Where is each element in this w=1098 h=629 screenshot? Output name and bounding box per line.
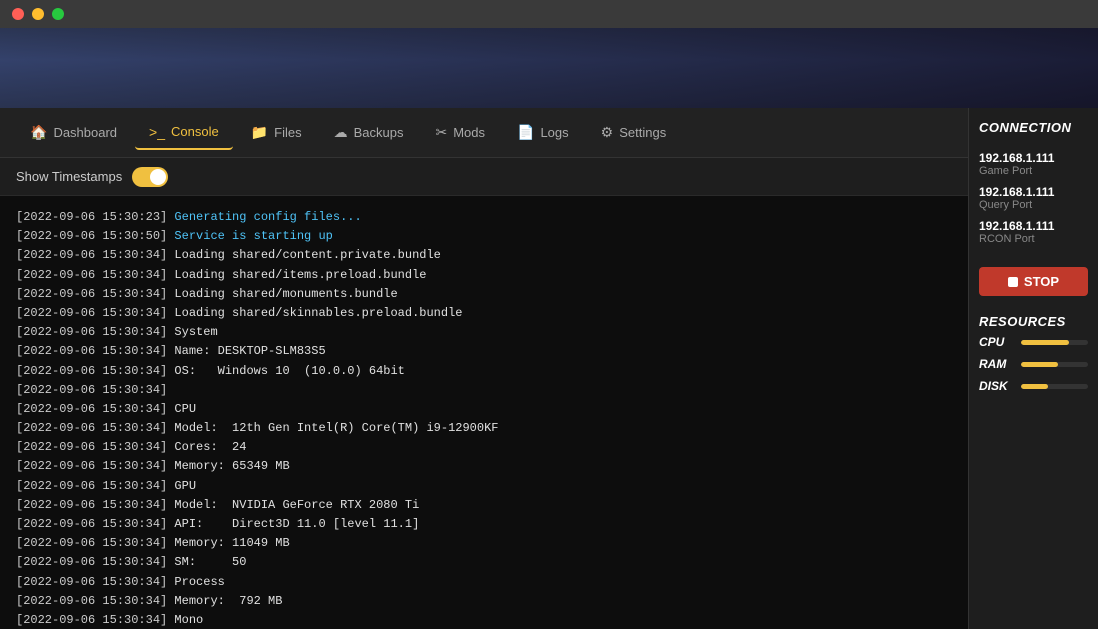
resource-items: CPU RAM DISK: [979, 335, 1088, 393]
console-line: [2022-09-06 15:30:34] Loading shared/ski…: [16, 304, 952, 323]
nav-bar: 🏠 Dashboard >_ Console 📁 Files ☁ Backups…: [0, 108, 968, 158]
resources-section: RESOURCES CPU RAM DISK: [979, 314, 1088, 401]
connection-label: RCON Port: [979, 233, 1088, 245]
left-panel: 🏠 Dashboard >_ Console 📁 Files ☁ Backups…: [0, 108, 968, 629]
show-timestamps-label: Show Timestamps: [16, 169, 122, 184]
main-layout: 🏠 Dashboard >_ Console 📁 Files ☁ Backups…: [0, 108, 1098, 629]
resource-bar-fill: [1021, 362, 1058, 367]
nav-item-files[interactable]: 📁 Files: [237, 116, 316, 149]
minimize-button[interactable]: [32, 8, 44, 20]
resource-name: RAM: [979, 357, 1015, 371]
console-output[interactable]: [2022-09-06 15:30:23] Generating config …: [0, 196, 968, 629]
resource-bar-bg: [1021, 340, 1088, 345]
cloud-icon: ☁: [334, 124, 348, 141]
resource-bar-fill: [1021, 384, 1048, 389]
gear-icon: ⚙: [601, 124, 614, 141]
resources-section-title: RESOURCES: [979, 314, 1088, 329]
console-line: [2022-09-06 15:30:34] Mono: [16, 611, 952, 629]
connection-item: 192.168.1.111 Game Port: [979, 151, 1088, 177]
console-line: [2022-09-06 15:30:34] CPU: [16, 400, 952, 419]
stop-label: STOP: [1024, 274, 1059, 289]
nav-label-console: Console: [171, 124, 219, 139]
toolbar: Show Timestamps: [0, 158, 968, 196]
resource-row: RAM: [979, 357, 1088, 371]
nav-item-mods[interactable]: ✂ Mods: [421, 116, 499, 149]
console-line: [2022-09-06 15:30:34] SM: 50: [16, 553, 952, 572]
home-icon: 🏠: [30, 124, 47, 141]
connection-item: 192.168.1.111 Query Port: [979, 185, 1088, 211]
console-line: [2022-09-06 15:30:34] OS: Windows 10 (10…: [16, 362, 952, 381]
console-line: [2022-09-06 15:30:34] Loading shared/con…: [16, 246, 952, 265]
nav-label-backups: Backups: [354, 125, 404, 140]
resource-row: DISK: [979, 379, 1088, 393]
nav-item-settings[interactable]: ⚙ Settings: [587, 116, 681, 149]
title-bar: [0, 0, 1098, 28]
connection-items: 192.168.1.111 Game Port192.168.1.111 Que…: [979, 151, 1088, 253]
timestamps-toggle[interactable]: [132, 167, 168, 187]
connection-section-title: CONNECTION: [979, 120, 1088, 135]
stop-button[interactable]: STOP: [979, 267, 1088, 296]
connection-label: Query Port: [979, 199, 1088, 211]
console-icon: >_: [149, 124, 165, 140]
console-line: [2022-09-06 15:30:34] Process: [16, 573, 952, 592]
close-button[interactable]: [12, 8, 24, 20]
console-line: [2022-09-06 15:30:23] Generating config …: [16, 208, 952, 227]
nav-label-settings: Settings: [619, 125, 666, 140]
stop-icon: [1008, 277, 1018, 287]
console-line: [2022-09-06 15:30:34] Memory: 65349 MB: [16, 457, 952, 476]
nav-item-backups[interactable]: ☁ Backups: [320, 116, 418, 149]
console-line: [2022-09-06 15:30:34] Loading shared/ite…: [16, 266, 952, 285]
resource-bar-fill: [1021, 340, 1069, 345]
nav-item-console[interactable]: >_ Console: [135, 116, 233, 150]
hero-banner: [0, 28, 1098, 108]
console-line: [2022-09-06 15:30:34] API: Direct3D 11.0…: [16, 515, 952, 534]
resource-bar-bg: [1021, 384, 1088, 389]
connection-ip: 192.168.1.111: [979, 219, 1088, 233]
connection-ip: 192.168.1.111: [979, 185, 1088, 199]
connection-label: Game Port: [979, 165, 1088, 177]
console-line: [2022-09-06 15:30:34]: [16, 381, 952, 400]
console-line: [2022-09-06 15:30:34] System: [16, 323, 952, 342]
resource-row: CPU: [979, 335, 1088, 349]
nav-label-dashboard: Dashboard: [53, 125, 117, 140]
nav-item-logs[interactable]: 📄 Logs: [503, 116, 583, 149]
folder-icon: 📁: [251, 124, 268, 141]
connection-item: 192.168.1.111 RCON Port: [979, 219, 1088, 245]
right-panel: CONNECTION 192.168.1.111 Game Port192.16…: [968, 108, 1098, 629]
console-line: [2022-09-06 15:30:34] Memory: 792 MB: [16, 592, 952, 611]
console-line: [2022-09-06 15:30:34] Cores: 24: [16, 438, 952, 457]
connection-ip: 192.168.1.111: [979, 151, 1088, 165]
console-line: [2022-09-06 15:30:34] Name: DESKTOP-SLM8…: [16, 342, 952, 361]
console-line: [2022-09-06 15:30:34] Loading shared/mon…: [16, 285, 952, 304]
logs-icon: 📄: [517, 124, 534, 141]
nav-item-dashboard[interactable]: 🏠 Dashboard: [16, 116, 131, 149]
console-line: [2022-09-06 15:30:50] Service is startin…: [16, 227, 952, 246]
nav-label-mods: Mods: [453, 125, 485, 140]
resource-name: CPU: [979, 335, 1015, 349]
nav-label-logs: Logs: [540, 125, 568, 140]
toggle-knob: [150, 169, 166, 185]
resource-bar-bg: [1021, 362, 1088, 367]
nav-label-files: Files: [274, 125, 301, 140]
console-line: [2022-09-06 15:30:34] GPU: [16, 477, 952, 496]
console-line: [2022-09-06 15:30:34] Model: NVIDIA GeFo…: [16, 496, 952, 515]
resource-name: DISK: [979, 379, 1015, 393]
console-line: [2022-09-06 15:30:34] Model: 12th Gen In…: [16, 419, 952, 438]
mods-icon: ✂: [435, 124, 447, 141]
console-line: [2022-09-06 15:30:34] Memory: 11049 MB: [16, 534, 952, 553]
maximize-button[interactable]: [52, 8, 64, 20]
